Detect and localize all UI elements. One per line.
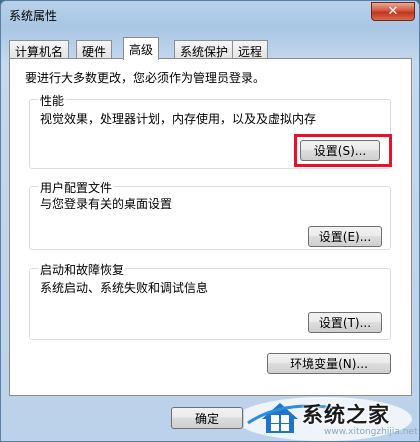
watermark-text: 系统之家 xyxy=(302,403,390,427)
user-profiles-label: 用户配置文件 xyxy=(38,179,115,196)
tab-system-protection[interactable]: 系统保护 xyxy=(174,40,235,59)
watermark-url: www.xitongzhijia.net xyxy=(324,427,418,437)
close-button[interactable]: ✕ xyxy=(371,2,415,21)
user-profiles-description: 与您登录有关的桌面设置 xyxy=(40,197,173,211)
performance-settings-button[interactable]: 设置(S)... xyxy=(300,140,380,161)
window-title: 系统属性 xyxy=(9,9,58,23)
watermark: 系统之家 www.xitongzhijia.net xyxy=(244,389,419,441)
environment-variables-button[interactable]: 环境变量(N)... xyxy=(267,353,391,374)
close-icon: ✕ xyxy=(387,4,399,19)
tab-strip: 计算机名 硬件 高级 系统保护 远程 xyxy=(9,37,409,60)
startup-recovery-label: 启动和故障恢复 xyxy=(38,261,127,278)
system-properties-window: 系统属性 ✕ 计算机名 硬件 高级 系统保护 远程 要进行大多数更改，您必须作为… xyxy=(0,0,420,442)
performance-label: 性能 xyxy=(38,92,67,109)
ok-button[interactable]: 确定 xyxy=(171,407,243,429)
tab-remote[interactable]: 远程 xyxy=(232,40,269,59)
title-bar[interactable]: 系统属性 ✕ xyxy=(1,1,420,27)
tab-computer-name[interactable]: 计算机名 xyxy=(9,40,70,59)
startup-recovery-settings-button[interactable]: 设置(T)... xyxy=(308,312,382,333)
user-profiles-settings-button[interactable]: 设置(E)... xyxy=(308,226,382,247)
tab-hardware[interactable]: 硬件 xyxy=(76,40,113,59)
startup-recovery-description: 系统启动、系统失败和调试信息 xyxy=(40,281,209,295)
tab-advanced[interactable]: 高级 xyxy=(123,37,160,60)
admin-notice: 要进行大多数更改，您必须作为管理员登录。 xyxy=(25,71,266,85)
performance-description: 视觉效果，处理器计划，内存使用，以及及虚拟内存 xyxy=(40,112,317,126)
